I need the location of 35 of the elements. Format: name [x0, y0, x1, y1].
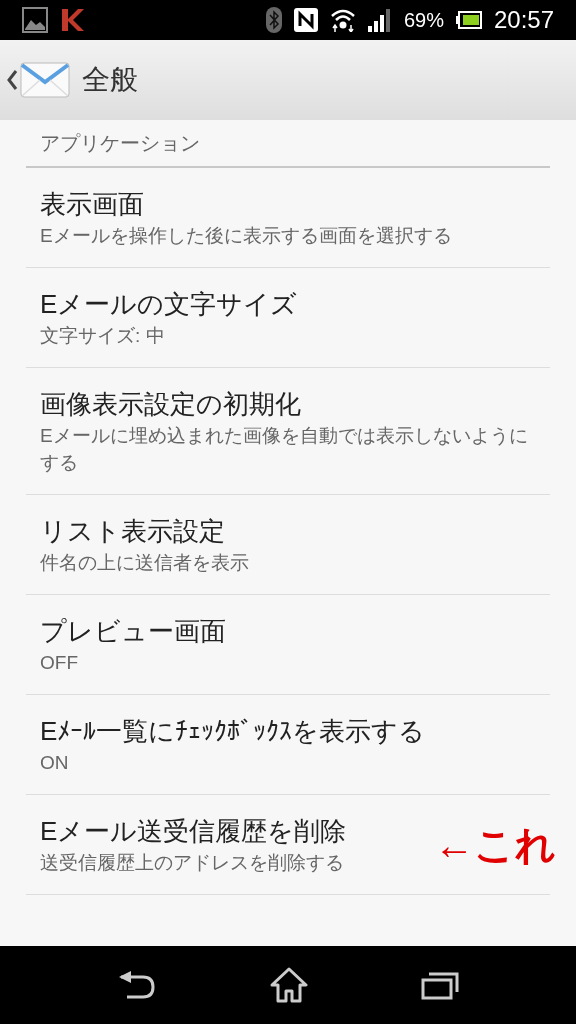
- item-title: Eメールの文字サイズ: [40, 288, 298, 321]
- item-summary: ON: [40, 751, 70, 775]
- section-header: アプリケーション: [40, 132, 200, 154]
- image-icon: [22, 7, 48, 33]
- item-summary: 件名の上に送信者を表示: [40, 551, 249, 575]
- signal-icon: [367, 8, 392, 32]
- recent-apps-icon[interactable]: [421, 970, 460, 1000]
- screen-title: 全般: [82, 63, 138, 97]
- item-summary: Eメールに埋め込まれた画像を自動では表示しないようにする: [40, 424, 529, 475]
- item-summary: 文字サイズ: 中: [40, 324, 166, 348]
- item-summary: Eメールを操作した後に表示する画面を選択する: [40, 224, 452, 248]
- home-icon[interactable]: [270, 967, 308, 1003]
- item-title: Eメール送受信履歴を削除: [40, 815, 347, 848]
- clock: 20:57: [493, 5, 554, 35]
- settings-item[interactable]: Eメールの文字サイズ 文字サイズ: 中: [26, 268, 550, 368]
- settings-item[interactable]: プレビュー画面 OFF: [26, 595, 550, 695]
- item-title: リスト表示設定: [40, 515, 226, 548]
- item-title: 画像表示設定の初期化: [40, 388, 302, 421]
- settings-item[interactable]: 画像表示設定の初期化 Eメールに埋め込まれた画像を自動では表示しないようにする: [26, 368, 550, 495]
- settings-item[interactable]: Eﾒｰﾙ一覧にﾁｪｯｸﾎﾞｯｸｽを表示する ON: [26, 695, 550, 795]
- item-summary: 送受信履歴上のアドレスを削除する: [40, 851, 345, 875]
- app-icon: [60, 7, 86, 33]
- item-summary: OFF: [40, 651, 79, 675]
- battery-icon: [455, 11, 482, 29]
- bluetooth-icon: [265, 7, 282, 33]
- wifi-icon: [329, 8, 356, 32]
- item-title: Eﾒｰﾙ一覧にﾁｪｯｸﾎﾞｯｸｽを表示する: [40, 715, 426, 748]
- settings-item[interactable]: リスト表示設定 件名の上に送信者を表示: [26, 495, 550, 595]
- nfc-icon: [293, 8, 318, 32]
- settings-item[interactable]: 表示画面 Eメールを操作した後に表示する画面を選択する: [26, 168, 550, 268]
- annotation-text: ←これ: [434, 821, 556, 869]
- item-title: プレビュー画面: [40, 615, 226, 648]
- battery-percentage: 69%: [403, 8, 444, 33]
- back-chevron-icon[interactable]: [6, 69, 18, 91]
- item-title: 表示画面: [40, 188, 145, 221]
